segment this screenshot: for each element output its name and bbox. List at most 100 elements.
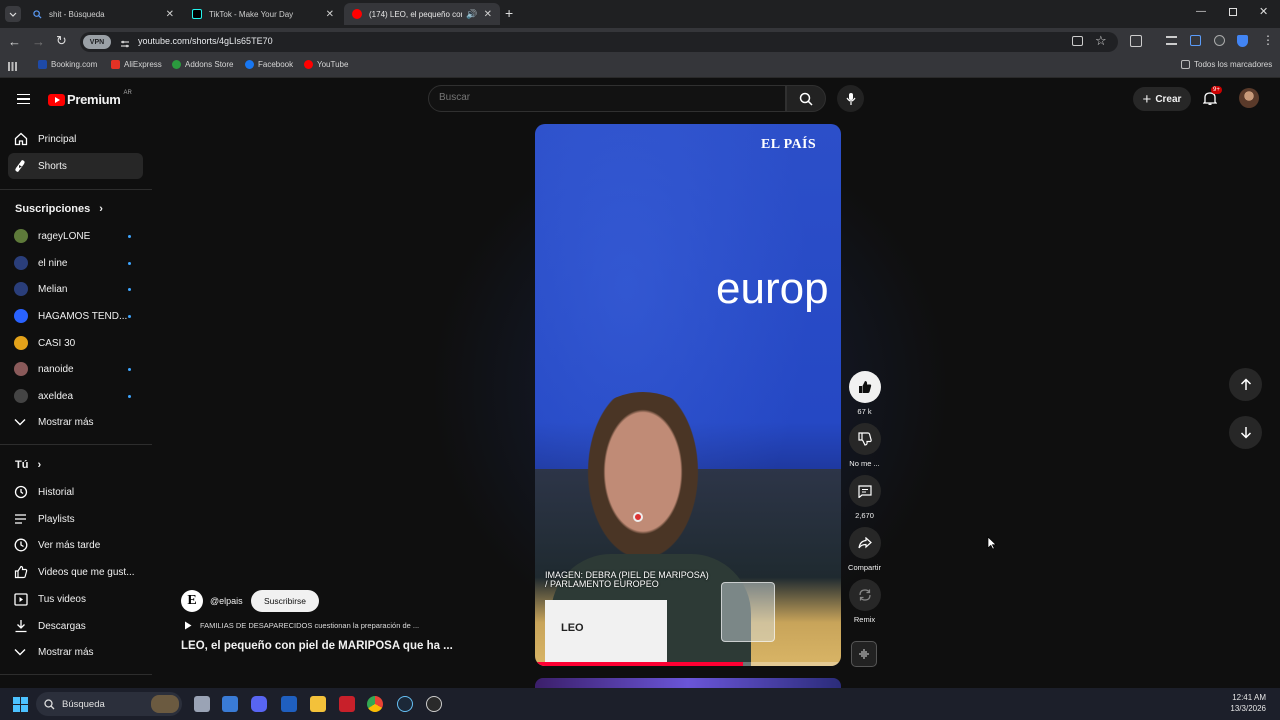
menu-dots-icon[interactable]: ⋮	[1262, 33, 1274, 47]
sidebar-item-liked[interactable]: Videos que me gust...	[8, 559, 143, 585]
search-input[interactable]	[439, 92, 769, 103]
bookmark-addons[interactable]: Addons Store	[172, 60, 233, 69]
video-progress-track[interactable]	[535, 662, 841, 666]
bookmark-booking[interactable]: Booking.com	[38, 60, 97, 69]
speaker-icon[interactable]: 🔊	[466, 9, 477, 20]
sidebar-item-downloads[interactable]: Descargas	[8, 613, 143, 639]
sidebar-item-playlists[interactable]: Playlists	[8, 506, 143, 532]
taskbar-clock[interactable]: 12:41 AM 13/3/2026	[1222, 692, 1266, 714]
site-info-icon[interactable]	[120, 36, 130, 48]
playlist-link[interactable]: FAMILIAS DE DESAPARECIDOS cuestionan la …	[184, 621, 419, 630]
sidebar-sub-melian[interactable]: Melian	[8, 276, 143, 302]
back-button[interactable]: ←	[8, 34, 21, 49]
channel-handle[interactable]: @elpais	[210, 596, 243, 606]
sidebar-you-show-more[interactable]: Mostrar más	[8, 639, 143, 665]
windows-start-icon[interactable]	[13, 697, 28, 712]
bookmark-facebook[interactable]: Facebook	[245, 60, 293, 69]
short-video-player[interactable]: EL PAÍS europ IMAGEN: DEBRA (PIEL DE MAR…	[535, 124, 841, 666]
address-bar[interactable]: VPN youtube.com/shorts/4gLIs65TE70 ☆	[80, 32, 1118, 52]
subscriptions-heading[interactable]: Suscripciones ›	[15, 203, 103, 215]
media-control-icon[interactable]	[1166, 36, 1177, 45]
close-icon[interactable]: ✕	[326, 9, 334, 20]
sidebar-item-watch-later[interactable]: Ver más tarde	[8, 532, 143, 558]
remix-button[interactable]	[848, 579, 881, 611]
next-short-preview[interactable]	[535, 678, 841, 688]
sidebar-item-shorts[interactable]: Shorts	[8, 153, 143, 179]
discord-icon[interactable]	[251, 696, 267, 712]
short-title[interactable]: LEO, el pequeño con piel de MARIPOSA que…	[181, 640, 453, 652]
apps-grid-icon[interactable]	[8, 62, 17, 71]
sidebar-sub-nanoide[interactable]: nanoide	[8, 356, 143, 382]
sidebar-item-your-videos[interactable]: Tus videos	[8, 586, 143, 612]
app-icon-red[interactable]	[339, 696, 355, 712]
vpn-badge[interactable]: VPN	[83, 35, 111, 49]
bookmarks-bar: Booking.com AliExpress Addons Store Face…	[0, 56, 1280, 78]
dislike-action[interactable]: No me ...	[848, 423, 881, 468]
close-icon[interactable]: ✕	[166, 9, 174, 20]
new-tab-button[interactable]: +	[505, 5, 513, 21]
app-icon-blue[interactable]	[222, 696, 238, 712]
you-heading[interactable]: Tú ›	[15, 459, 41, 471]
account-avatar[interactable]	[1239, 88, 1259, 108]
reload-button[interactable]: ↻	[56, 33, 67, 49]
url-text[interactable]: youtube.com/shorts/4gLIs65TE70	[138, 36, 273, 46]
share-button[interactable]	[848, 527, 881, 559]
tab-search-menu-button[interactable]	[5, 6, 21, 22]
youtube-logo[interactable]: Premium AR	[48, 90, 132, 107]
sidebar-sub-axeldea[interactable]: axeldea	[8, 383, 143, 409]
addons-icon	[172, 60, 181, 69]
chrome-icon[interactable]	[367, 696, 383, 712]
like-button[interactable]	[848, 371, 881, 403]
notifications-button[interactable]: 9+	[1202, 86, 1222, 107]
previous-short-button[interactable]	[1229, 368, 1262, 401]
sidebar-item-historial[interactable]: Historial	[8, 479, 143, 505]
bookmark-youtube[interactable]: YouTube	[304, 60, 348, 69]
sidebar-item-principal[interactable]: Principal	[8, 126, 143, 152]
sidebar-sub-casi30[interactable]: CASI 30	[8, 330, 143, 356]
like-action[interactable]: 67 k	[848, 371, 881, 416]
hamburger-menu-icon[interactable]	[17, 94, 30, 104]
close-window-button[interactable]: ✕	[1259, 5, 1268, 18]
subscriptions-title: Suscripciones	[15, 203, 91, 215]
dislike-button[interactable]	[848, 423, 881, 455]
remix-action[interactable]: Remix	[848, 579, 881, 624]
forward-button[interactable]: →	[32, 34, 45, 49]
comments-action[interactable]: 2,670	[848, 475, 881, 520]
sound-thumbnail[interactable]	[851, 641, 877, 667]
channel-avatar	[14, 336, 28, 350]
bookmark-aliexpress[interactable]: AliExpress	[111, 60, 162, 69]
create-button[interactable]: + Crear	[1133, 87, 1191, 111]
subscribe-button[interactable]: Suscribirse	[251, 590, 319, 612]
all-bookmarks[interactable]: Todos los marcadores	[1181, 60, 1272, 69]
channel-avatar[interactable]: E	[181, 590, 203, 612]
sidebar-icon[interactable]	[1190, 35, 1201, 46]
dislike-label: No me ...	[849, 459, 880, 468]
file-explorer-icon[interactable]	[310, 696, 326, 712]
share-action[interactable]: Compartir	[848, 527, 881, 572]
bookmark-star-icon[interactable]: ☆	[1095, 33, 1107, 49]
tab-youtube[interactable]: (174) LEO, el pequeño con ... 🔊 ✕	[344, 3, 500, 25]
sidebar-subs-show-more[interactable]: Mostrar más	[8, 409, 143, 435]
sidebar-sub-el-nine[interactable]: el nine	[8, 250, 143, 276]
tab-search[interactable]: shit - Búsqueda ✕	[24, 3, 182, 25]
obs-icon[interactable]	[426, 696, 442, 712]
sidebar-sub-rageylone[interactable]: rageyLONE	[8, 223, 143, 249]
close-icon[interactable]: ✕	[484, 9, 492, 20]
arrow-up-icon	[1240, 378, 1251, 390]
tab-tiktok[interactable]: TikTok - Make Your Day ✕	[184, 3, 342, 25]
profile-icon[interactable]	[1214, 35, 1225, 46]
shield-app-icon[interactable]	[281, 696, 297, 712]
shorts-icon	[8, 159, 38, 173]
minimize-button[interactable]: —	[1196, 6, 1206, 17]
taskbar-search[interactable]: Búsqueda	[36, 692, 182, 716]
sidebar-sub-hagamos[interactable]: HAGAMOS TEND...	[8, 303, 143, 329]
restore-button[interactable]	[1229, 8, 1237, 16]
comments-button[interactable]	[848, 475, 881, 507]
steam-icon[interactable]	[397, 696, 413, 712]
extensions-icon[interactable]	[1130, 35, 1142, 47]
shield-icon[interactable]	[1237, 35, 1248, 47]
task-view-icon[interactable]	[194, 696, 210, 712]
install-icon[interactable]	[1072, 36, 1083, 46]
next-short-button[interactable]	[1229, 416, 1262, 449]
new-content-dot	[128, 394, 131, 398]
